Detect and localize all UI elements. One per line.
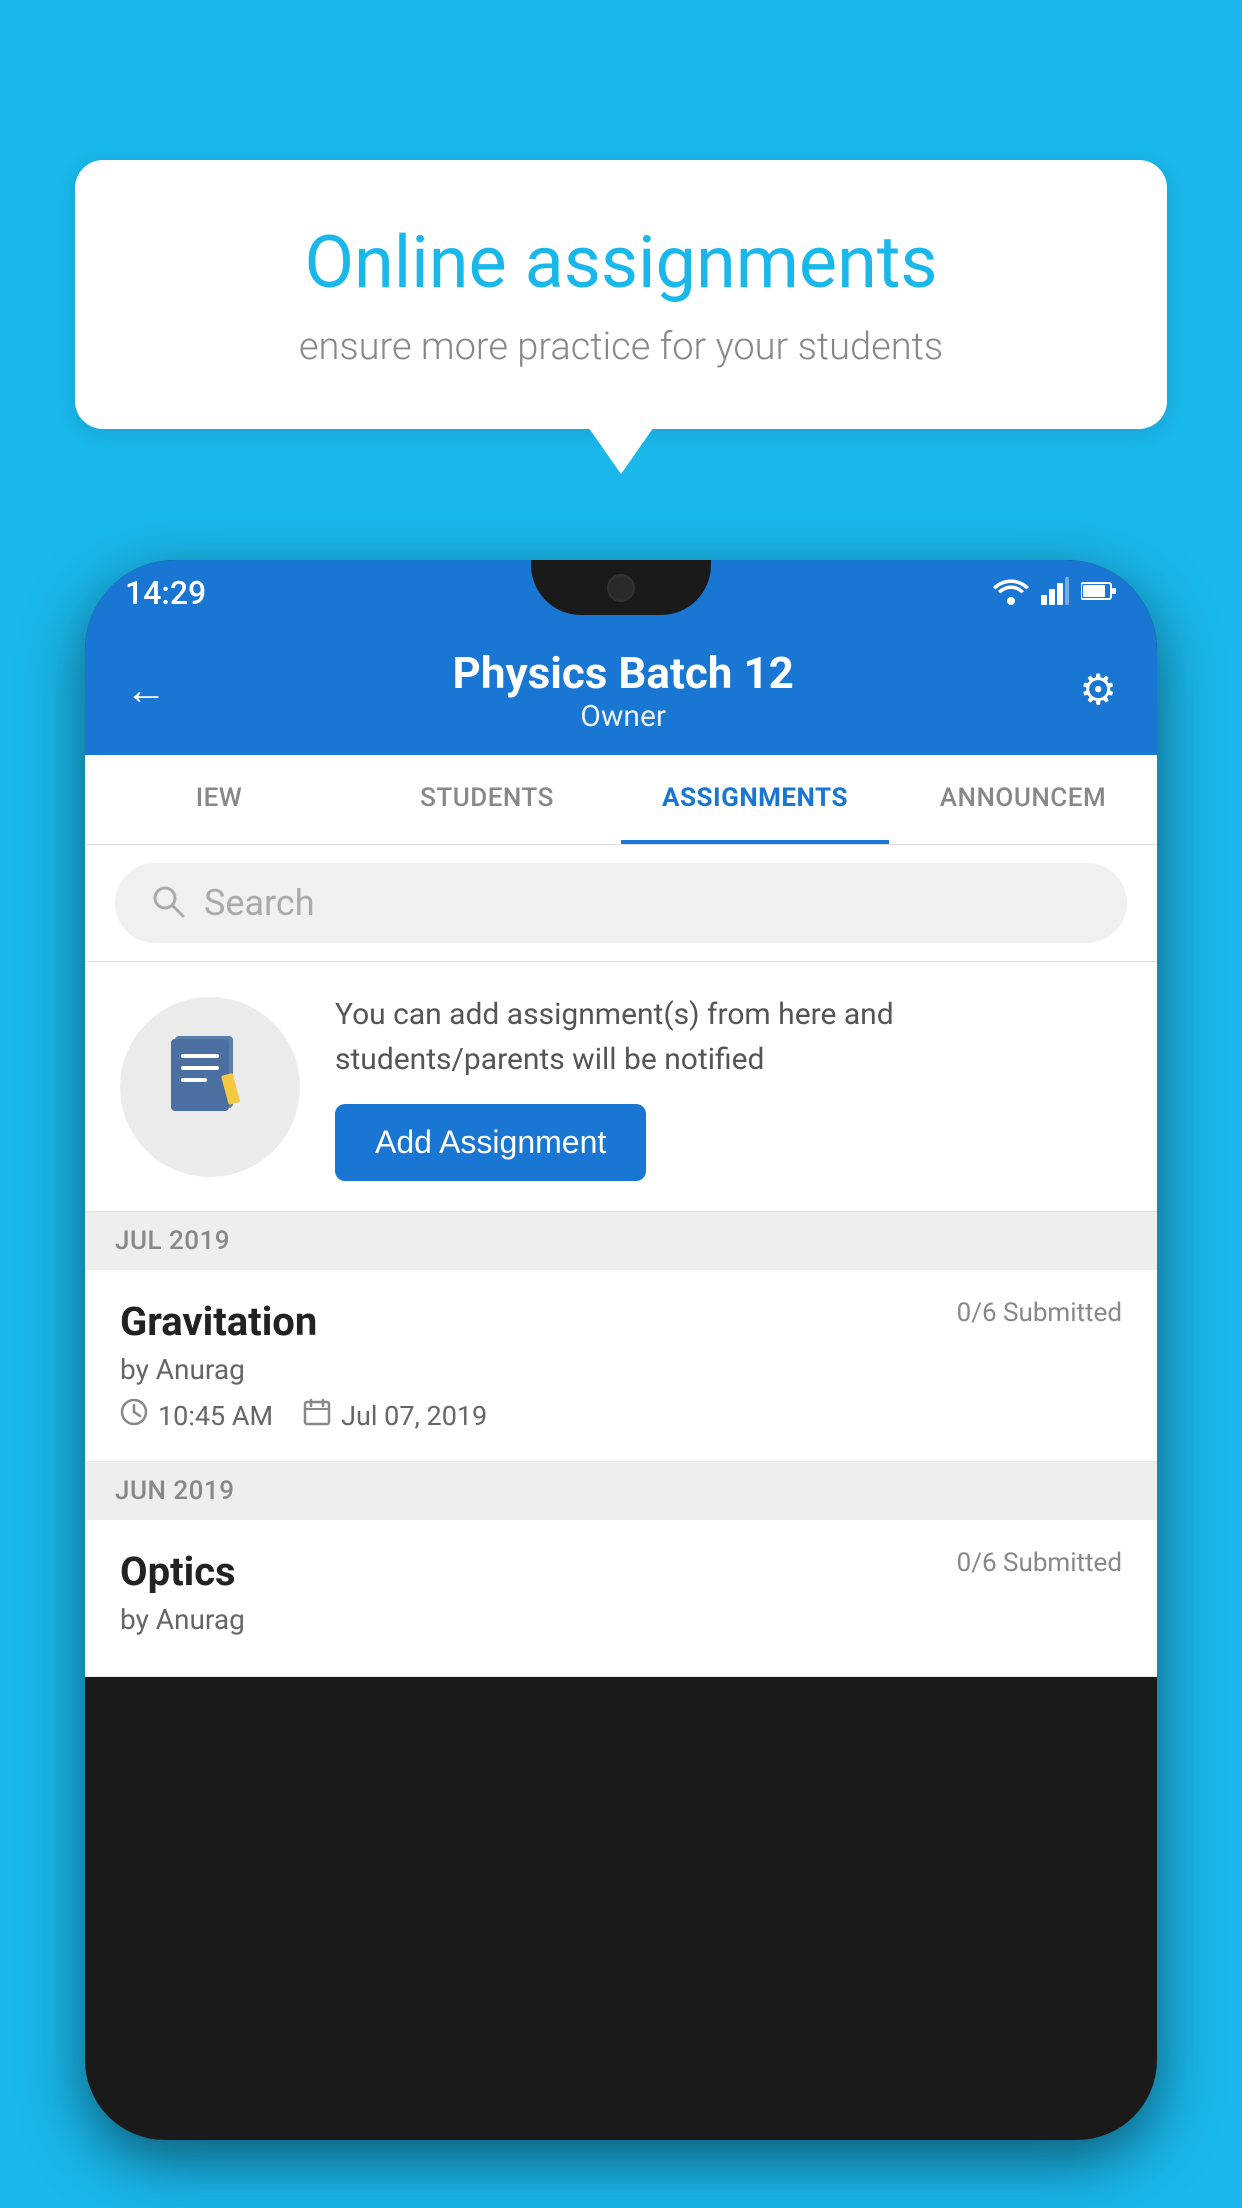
assignment-author: by Anurag: [120, 1353, 1122, 1386]
search-container: Search: [85, 845, 1157, 962]
speech-bubble: Online assignments ensure more practice …: [75, 160, 1167, 429]
assignment-title-optics: Optics: [120, 1548, 236, 1595]
phone-frame: 14:29: [85, 560, 1157, 2140]
assignment-title: Gravitation: [120, 1298, 317, 1345]
speech-bubble-section: Online assignments ensure more practice …: [75, 160, 1167, 429]
assignment-author-optics: by Anurag: [120, 1603, 1122, 1636]
tab-students[interactable]: STUDENTS: [353, 755, 621, 844]
info-card-content: You can add assignment(s) from here and …: [335, 992, 1122, 1181]
tab-bar: IEW STUDENTS ASSIGNMENTS ANNOUNCEM: [85, 755, 1157, 845]
wifi-icon: [993, 577, 1029, 609]
back-button[interactable]: ←: [125, 666, 167, 715]
assignment-header-optics: Optics 0/6 Submitted: [120, 1548, 1122, 1595]
search-bar[interactable]: Search: [115, 863, 1127, 943]
phone-content: Search: [85, 845, 1157, 1677]
speech-bubble-title: Online assignments: [145, 220, 1097, 305]
assignment-submitted-optics: 0/6 Submitted: [957, 1548, 1122, 1578]
assignment-icon-circle: [120, 997, 300, 1177]
battery-icon: [1081, 581, 1117, 605]
settings-button[interactable]: ⚙: [1079, 665, 1117, 715]
assignment-time: 10:45 AM: [158, 1400, 273, 1432]
header-title-container: Physics Batch 12 Owner: [452, 647, 793, 734]
search-input[interactable]: Search: [204, 882, 315, 924]
clock-icon: [120, 1398, 148, 1433]
status-icons: [993, 577, 1117, 609]
status-time: 14:29: [125, 574, 206, 612]
add-assignment-button[interactable]: Add Assignment: [335, 1104, 646, 1181]
tab-assignments[interactable]: ASSIGNMENTS: [621, 755, 889, 844]
assignment-submitted: 0/6 Submitted: [957, 1298, 1122, 1328]
info-card-description: You can add assignment(s) from here and …: [335, 992, 1122, 1082]
tab-announcements[interactable]: ANNOUNCEM: [889, 755, 1157, 844]
app-header: ← Physics Batch 12 Owner ⚙: [85, 625, 1157, 755]
signal-icon: [1041, 577, 1069, 609]
time-meta: 10:45 AM: [120, 1398, 273, 1433]
assignment-icon: [165, 1031, 255, 1143]
table-row[interactable]: Gravitation 0/6 Submitted by Anurag: [85, 1270, 1157, 1462]
date-meta: Jul 07, 2019: [303, 1398, 487, 1433]
front-camera: [607, 574, 635, 602]
section-jun-2019: JUN 2019: [85, 1462, 1157, 1520]
calendar-icon: [303, 1398, 331, 1433]
table-row[interactable]: Optics 0/6 Submitted by Anurag: [85, 1520, 1157, 1677]
phone-container: 14:29: [85, 560, 1157, 2208]
assignment-date: Jul 07, 2019: [341, 1400, 487, 1432]
header-title: Physics Batch 12: [452, 647, 793, 699]
assignment-meta: 10:45 AM Jul 07, 2019: [120, 1398, 1122, 1433]
section-jul-2019: JUL 2019: [85, 1212, 1157, 1270]
tab-iew[interactable]: IEW: [85, 755, 353, 844]
phone-notch: [531, 560, 711, 615]
assignment-header: Gravitation 0/6 Submitted: [120, 1298, 1122, 1345]
search-icon: [150, 883, 186, 923]
info-card: You can add assignment(s) from here and …: [85, 962, 1157, 1212]
speech-bubble-subtitle: ensure more practice for your students: [145, 325, 1097, 369]
header-subtitle: Owner: [452, 699, 793, 734]
